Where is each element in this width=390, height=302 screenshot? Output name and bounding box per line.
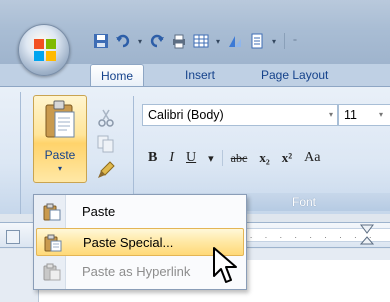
customize-dropdown-icon[interactable]: ▾: [270, 37, 278, 46]
paste-clipboard-icon: [45, 100, 75, 138]
quick-access-toolbar: ▾ ▾ ▾ ⁼: [92, 30, 299, 52]
font-family-dropdown-icon[interactable]: ▾: [329, 105, 333, 125]
change-case-button[interactable]: Aa: [298, 146, 326, 170]
copy-icon[interactable]: [96, 134, 116, 154]
table-icon[interactable]: [192, 32, 210, 50]
underline-button[interactable]: U: [180, 146, 202, 170]
font-size-dropdown-icon[interactable]: ▾: [379, 105, 383, 125]
font-group-label: Font: [292, 195, 317, 209]
paste-label: Paste: [44, 148, 76, 162]
format-separator: [221, 150, 223, 166]
bold-button[interactable]: B: [142, 146, 163, 170]
strikethrough-button[interactable]: abc: [225, 146, 254, 170]
font-family-value: Calibri (Body): [148, 108, 224, 122]
office-button[interactable]: [18, 24, 70, 76]
tab-page-layout[interactable]: Page Layout: [251, 64, 338, 86]
format-buttons: B I U ▾ abc x₂ x² Aa: [142, 146, 326, 170]
undo-dropdown-icon[interactable]: ▾: [136, 37, 144, 46]
paste-special-icon: [44, 234, 62, 252]
more-icon[interactable]: ⁼: [291, 37, 299, 46]
menu-item-label: Paste Special...: [83, 235, 174, 250]
font-size-value: 11: [344, 108, 357, 122]
tab-selector[interactable]: [6, 230, 20, 244]
office-logo-icon: [34, 39, 56, 61]
underline-dropdown-icon[interactable]: ▾: [202, 146, 220, 170]
font-size-box[interactable]: 11 ▾: [338, 104, 390, 126]
group-separator: [133, 96, 134, 204]
chart-icon[interactable]: [226, 32, 244, 50]
undo-icon[interactable]: [114, 32, 132, 50]
font-family-box[interactable]: Calibri (Body) ▾: [142, 104, 338, 126]
menu-item-label: Paste as Hyperlink: [82, 264, 191, 279]
superscript-button[interactable]: x²: [276, 146, 298, 170]
paste-icon: [43, 203, 61, 221]
table-dropdown-icon[interactable]: ▾: [214, 37, 222, 46]
menu-item-label: Paste: [82, 204, 116, 219]
redo-icon[interactable]: [148, 32, 166, 50]
menu-item-paste[interactable]: Paste: [36, 198, 244, 226]
qat-separator: [284, 33, 285, 49]
cut-icon[interactable]: [96, 108, 116, 128]
cursor-icon: [213, 247, 237, 283]
paste-button[interactable]: Paste ▾: [33, 95, 87, 183]
indent-marker-icon[interactable]: [360, 224, 374, 248]
ribbon-edge: [20, 92, 28, 214]
document-icon[interactable]: [248, 32, 266, 50]
paste-hyperlink-icon: [43, 263, 61, 281]
paste-dropdown-icon[interactable]: ▾: [34, 164, 86, 173]
save-icon[interactable]: [92, 32, 110, 50]
subscript-button[interactable]: x₂: [253, 146, 275, 170]
tab-insert[interactable]: Insert: [175, 64, 225, 86]
tab-home[interactable]: Home: [90, 64, 145, 86]
print-icon[interactable]: [170, 32, 188, 50]
format-painter-icon[interactable]: [96, 160, 116, 180]
italic-button[interactable]: I: [163, 146, 180, 170]
